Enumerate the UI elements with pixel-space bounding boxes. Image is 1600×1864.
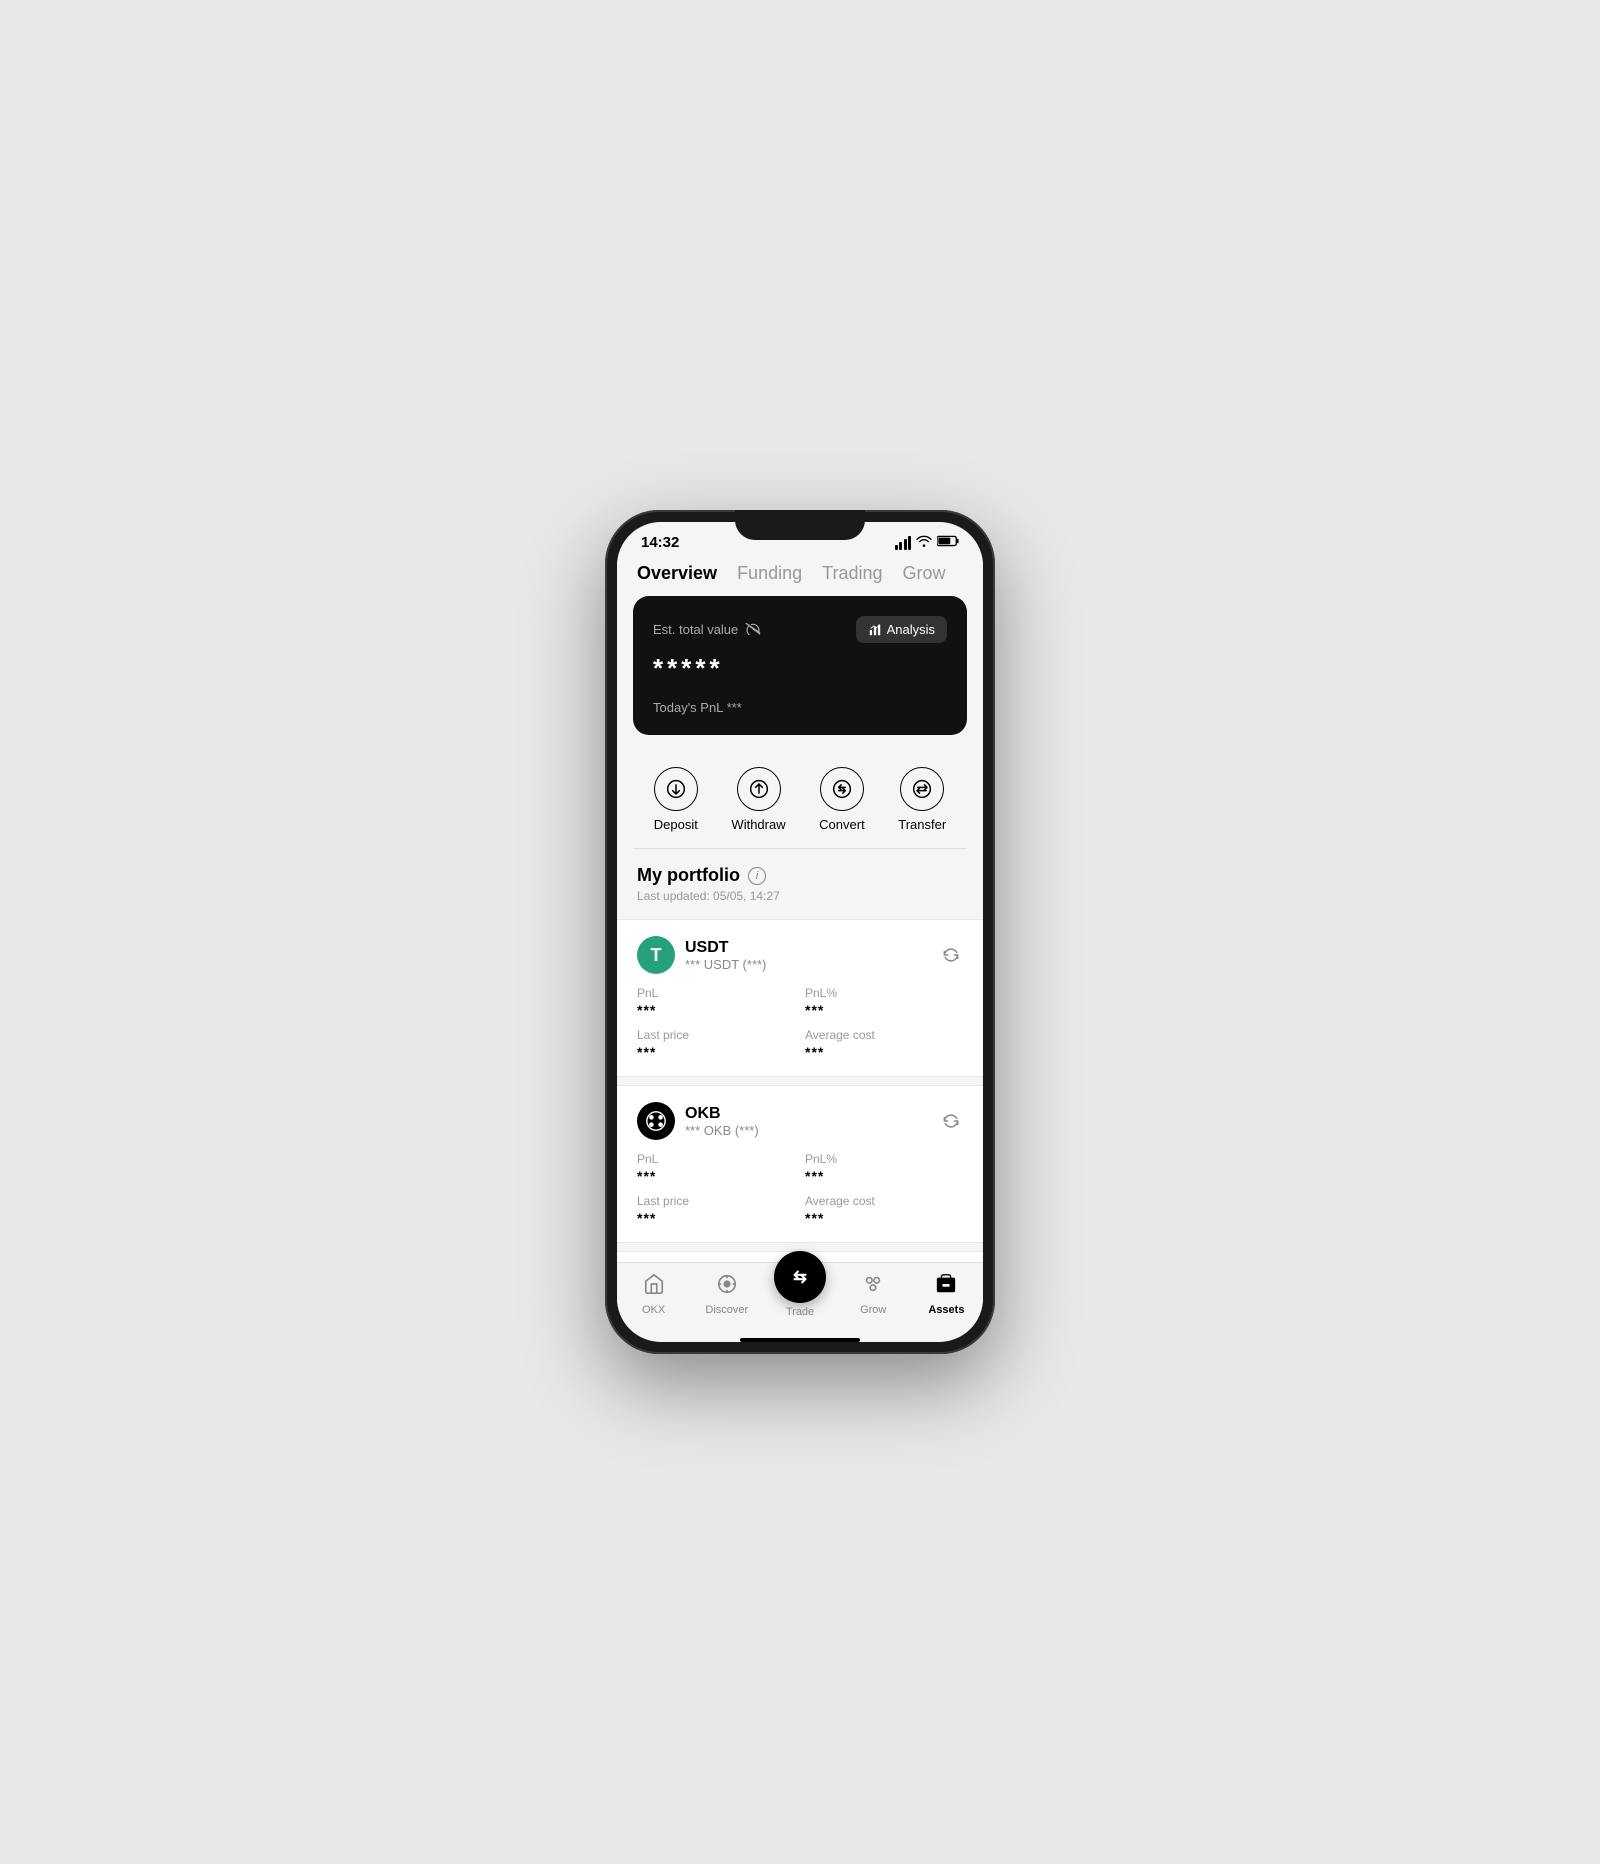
nav-item-trade[interactable]: Trade	[763, 1271, 836, 1318]
portfolio-info-icon[interactable]: i	[748, 867, 766, 885]
withdraw-label: Withdraw	[731, 817, 785, 832]
withdraw-button[interactable]: Withdraw	[731, 767, 785, 832]
convert-icon	[820, 767, 864, 811]
usdt-icon: T	[637, 936, 675, 974]
transfer-icon	[900, 767, 944, 811]
okb-lastprice-value: ***	[637, 1210, 795, 1226]
okb-amount: *** OKB (***)	[685, 1123, 759, 1138]
battery-icon	[937, 535, 959, 550]
okb-pnl-label: PnL	[637, 1152, 795, 1166]
analysis-button[interactable]: Analysis	[856, 616, 947, 643]
okb-lastprice-label: Last price	[637, 1194, 795, 1208]
transfer-button[interactable]: Transfer	[898, 767, 946, 832]
usdt-pnlpct-value: ***	[805, 1002, 963, 1018]
signal-icon	[895, 536, 912, 550]
nav-label-discover: Discover	[705, 1304, 748, 1316]
portfolio-title: My portfolio	[637, 865, 740, 886]
tab-funding[interactable]: Funding	[737, 563, 802, 584]
home-indicator	[740, 1338, 860, 1342]
asset-row-okb: OKB *** OKB (***) PnL ***	[617, 1085, 983, 1243]
nav-label-okx: OKX	[642, 1304, 665, 1316]
nav-label-grow: Grow	[860, 1304, 886, 1316]
usdt-avgcost-value: ***	[805, 1044, 963, 1060]
deposit-label: Deposit	[654, 817, 698, 832]
hide-balance-icon[interactable]	[744, 621, 762, 638]
asset-row-usdt: T USDT *** USDT (***)	[617, 919, 983, 1077]
okb-refresh-icon[interactable]	[939, 1109, 963, 1133]
phone-frame: 14:32	[605, 510, 995, 1354]
okb-avgcost-value: ***	[805, 1210, 963, 1226]
trade-fab[interactable]	[774, 1251, 826, 1303]
discover-icon	[716, 1273, 738, 1301]
okb-pnlpct-value: ***	[805, 1168, 963, 1184]
okb-icon	[637, 1102, 675, 1140]
status-time: 14:32	[641, 534, 679, 551]
grow-icon	[862, 1273, 884, 1301]
okb-pnlpct-label: PnL%	[805, 1152, 963, 1166]
pnl-row: Today's PnL ***	[653, 700, 947, 715]
usdt-pnlpct-label: PnL%	[805, 986, 963, 1000]
tab-grow[interactable]: Grow	[903, 563, 946, 584]
usdt-symbol: USDT	[685, 939, 766, 957]
usdt-details: PnL *** PnL% *** Last price *** Average …	[637, 986, 963, 1060]
okb-symbol: OKB	[685, 1105, 759, 1123]
screen-content[interactable]: Overview Funding Trading Grow Est. total…	[617, 555, 983, 1262]
nav-label-trade: Trade	[786, 1306, 814, 1318]
assets-icon	[935, 1273, 957, 1301]
transfer-label: Transfer	[898, 817, 946, 832]
usdt-lastprice-value: ***	[637, 1044, 795, 1060]
nav-label-assets: Assets	[928, 1304, 964, 1316]
portfolio-header: My portfolio i Last updated: 05/05, 14:2…	[617, 849, 983, 911]
nav-item-discover[interactable]: Discover	[690, 1273, 763, 1316]
nav-item-grow[interactable]: Grow	[837, 1273, 910, 1316]
deposit-icon	[654, 767, 698, 811]
value-card: Est. total value	[633, 596, 967, 735]
usdt-avgcost-label: Average cost	[805, 1028, 963, 1042]
usdt-pnl-value: ***	[637, 1002, 795, 1018]
okb-avgcost-label: Average cost	[805, 1194, 963, 1208]
nav-item-okx[interactable]: OKX	[617, 1273, 690, 1316]
withdraw-icon	[737, 767, 781, 811]
bottom-nav: OKX Discover Trade	[617, 1262, 983, 1334]
portfolio-subtitle: Last updated: 05/05, 14:27	[637, 889, 963, 903]
usdt-amount: *** USDT (***)	[685, 957, 766, 972]
total-value-amount: *****	[653, 653, 947, 684]
status-icons	[895, 535, 960, 550]
deposit-button[interactable]: Deposit	[654, 767, 698, 832]
phone-screen: 14:32	[617, 522, 983, 1342]
usdt-pnl-label: PnL	[637, 986, 795, 1000]
action-row: Deposit Withdraw	[617, 751, 983, 848]
usdt-lastprice-label: Last price	[637, 1028, 795, 1042]
tab-overview[interactable]: Overview	[637, 563, 717, 584]
okb-pnl-value: ***	[637, 1168, 795, 1184]
okb-details: PnL *** PnL% *** Last price *** Average …	[637, 1152, 963, 1226]
tab-trading[interactable]: Trading	[822, 563, 882, 584]
convert-label: Convert	[819, 817, 865, 832]
total-value-label: Est. total value	[653, 621, 762, 638]
notch	[735, 510, 865, 540]
usdt-refresh-icon[interactable]	[939, 943, 963, 967]
home-icon	[643, 1273, 665, 1301]
convert-button[interactable]: Convert	[819, 767, 865, 832]
nav-item-assets[interactable]: Assets	[910, 1273, 983, 1316]
wifi-icon	[916, 535, 932, 550]
nav-tabs: Overview Funding Trading Grow	[617, 555, 983, 596]
